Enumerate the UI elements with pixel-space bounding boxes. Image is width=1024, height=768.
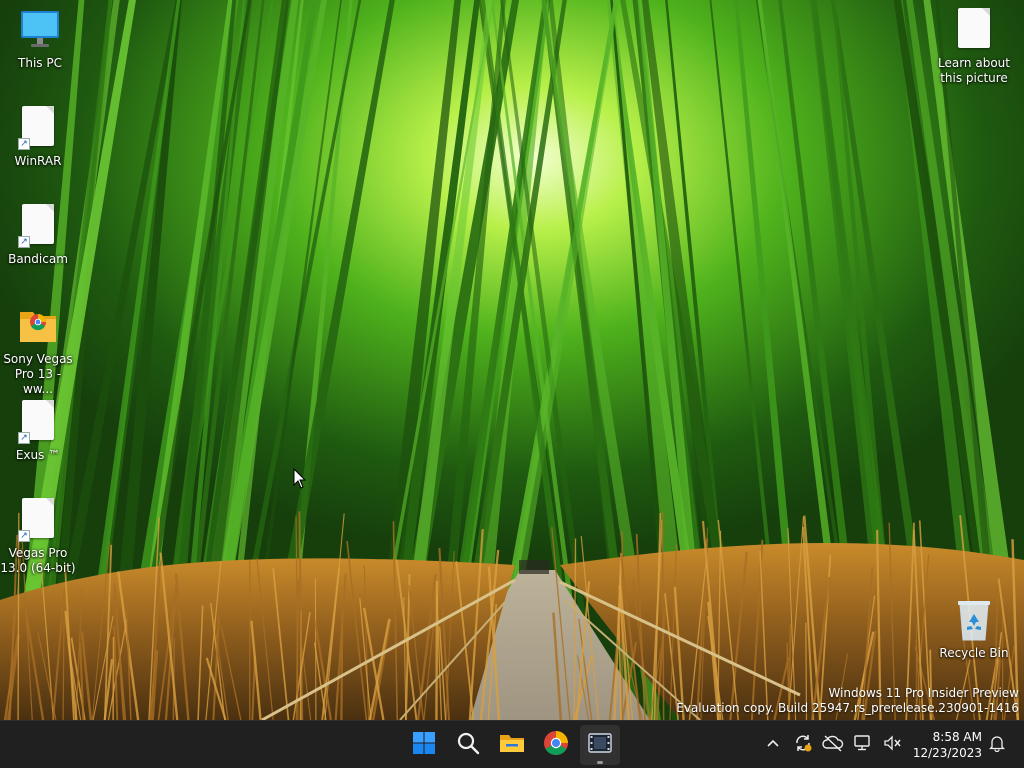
cloud-offline-icon [822,734,844,756]
search-button[interactable] [448,725,488,765]
sync-icon [793,733,813,757]
folder-icon [499,731,525,759]
desktop-icon-label: This PC [18,56,62,70]
document-shortcut-icon: ↗ [18,498,58,542]
network-button[interactable] [848,730,878,760]
desktop-icon-label: WinRAR [14,154,62,168]
monitor-icon [20,8,60,52]
document-shortcut-icon: ↗ [18,106,58,150]
chrome-button[interactable] [536,725,576,765]
document-icon [954,8,994,52]
desktop-icon-label: Vegas Pro 13.0 (64-bit) [0,546,76,575]
windows-logo-icon [412,731,436,759]
desktop-icon-bandicam[interactable]: ↗ Bandicam [0,204,78,267]
file-explorer-button[interactable] [492,725,532,765]
bell-icon [988,734,1006,756]
desktop-icon-winrar[interactable]: ↗ WinRAR [0,106,78,169]
clock-date: 12/23/2023 [912,746,982,760]
mouse-cursor-icon [293,467,307,490]
onedrive-button[interactable] [818,730,848,760]
chrome-icon [543,730,569,760]
system-tray [758,721,908,768]
volume-button[interactable] [878,730,908,760]
shortcut-arrow-icon: ↗ [18,236,30,248]
recycle-bin-icon [954,598,994,642]
desktop-icon-recycle-bin[interactable]: Recycle Bin [934,598,1014,661]
desktop-icon-exus[interactable]: ↗ Exus ™ [0,400,78,463]
desktop-icon-label: Exus ™ [15,448,61,462]
start-button[interactable] [404,725,444,765]
watermark-line-1: Windows 11 Pro Insider Preview [828,686,1019,700]
notification-area [982,721,1012,768]
film-icon [588,731,612,759]
show-hidden-icons-button[interactable] [758,730,788,760]
desktop-icon-this-pc[interactable]: This PC [0,8,80,71]
taskbar-pinned-apps [404,725,620,765]
evaluation-watermark: Windows 11 Pro Insider Preview Evaluatio… [676,686,1019,716]
shortcut-arrow-icon: ↗ [18,138,30,150]
search-icon [456,731,480,759]
clock-time: 8:58 AM [932,730,982,744]
desktop-icon-label: Learn about this picture [938,56,1010,85]
video-app-button[interactable] [580,725,620,765]
desktop-icon-label: Sony Vegas Pro 13 - ww... [3,352,73,396]
desktop-icon-learn-about-picture[interactable]: Learn about this picture [934,8,1014,86]
desktop-icon-vegas-pro[interactable]: ↗ Vegas Pro 13.0 (64-bit) [0,498,78,576]
taskbar-clock[interactable]: 8:58 AM 12/23/2023 [913,729,982,761]
network-monitor-icon [853,734,873,756]
chrome-folder-icon [18,304,58,348]
chevron-up-icon [766,736,780,755]
notifications-button[interactable] [982,730,1012,760]
shortcut-arrow-icon: ↗ [18,432,30,444]
desktop-icon-label: Recycle Bin [939,646,1009,660]
document-shortcut-icon: ↗ [18,400,58,444]
desktop-wallpaper [0,0,1024,720]
watermark-line-2: Evaluation copy. Build 25947.rs_prerelea… [676,701,1019,715]
document-shortcut-icon: ↗ [18,204,58,248]
desktop-icon-sony-vegas[interactable]: Sony Vegas Pro 13 - ww... [0,304,78,397]
taskbar: 8:58 AM 12/23/2023 [0,720,1024,768]
speaker-muted-icon [883,734,903,756]
shortcut-arrow-icon: ↗ [18,530,30,542]
desktop-icon-label: Bandicam [8,252,68,266]
sync-status-button[interactable] [788,730,818,760]
